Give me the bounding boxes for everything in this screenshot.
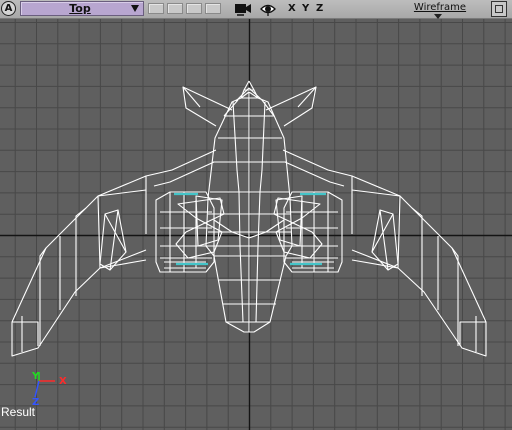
axis-x-toggle[interactable]: X xyxy=(288,0,296,17)
toolbar-slot-2[interactable] xyxy=(167,3,183,14)
view-selector[interactable]: Top xyxy=(20,1,144,16)
axis-z-toggle[interactable]: Z xyxy=(316,0,323,17)
chevron-down-icon xyxy=(434,14,442,19)
viewport-toolbar: A Top X Y Z Wireframe xyxy=(0,0,512,19)
axis-gizmo: Y X Z xyxy=(31,371,67,408)
render-mode-label: Wireframe xyxy=(413,2,467,13)
gizmo-y-label: Y xyxy=(31,371,40,382)
maximize-button[interactable] xyxy=(491,1,507,17)
render-mode-selector[interactable]: Wireframe xyxy=(398,0,482,19)
viewport-badge[interactable]: A xyxy=(1,1,16,16)
wireframe-scene[interactable] xyxy=(0,0,512,430)
axis-y-toggle[interactable]: Y xyxy=(302,0,309,17)
chevron-down-icon xyxy=(131,5,139,12)
viewport[interactable]: A Top X Y Z Wireframe Y X Z Result xyxy=(0,0,512,430)
result-label: Result xyxy=(1,405,36,419)
eye-icon[interactable] xyxy=(260,2,276,16)
gizmo-z-axis xyxy=(34,380,40,398)
toolbar-slot-1[interactable] xyxy=(148,3,164,14)
camera-icon[interactable] xyxy=(234,2,252,16)
toolbar-slot-4[interactable] xyxy=(205,3,221,14)
view-selector-label: Top xyxy=(69,2,91,15)
maximize-icon xyxy=(495,5,503,13)
gizmo-x-label: X xyxy=(59,376,67,387)
toolbar-slot-3[interactable] xyxy=(186,3,202,14)
